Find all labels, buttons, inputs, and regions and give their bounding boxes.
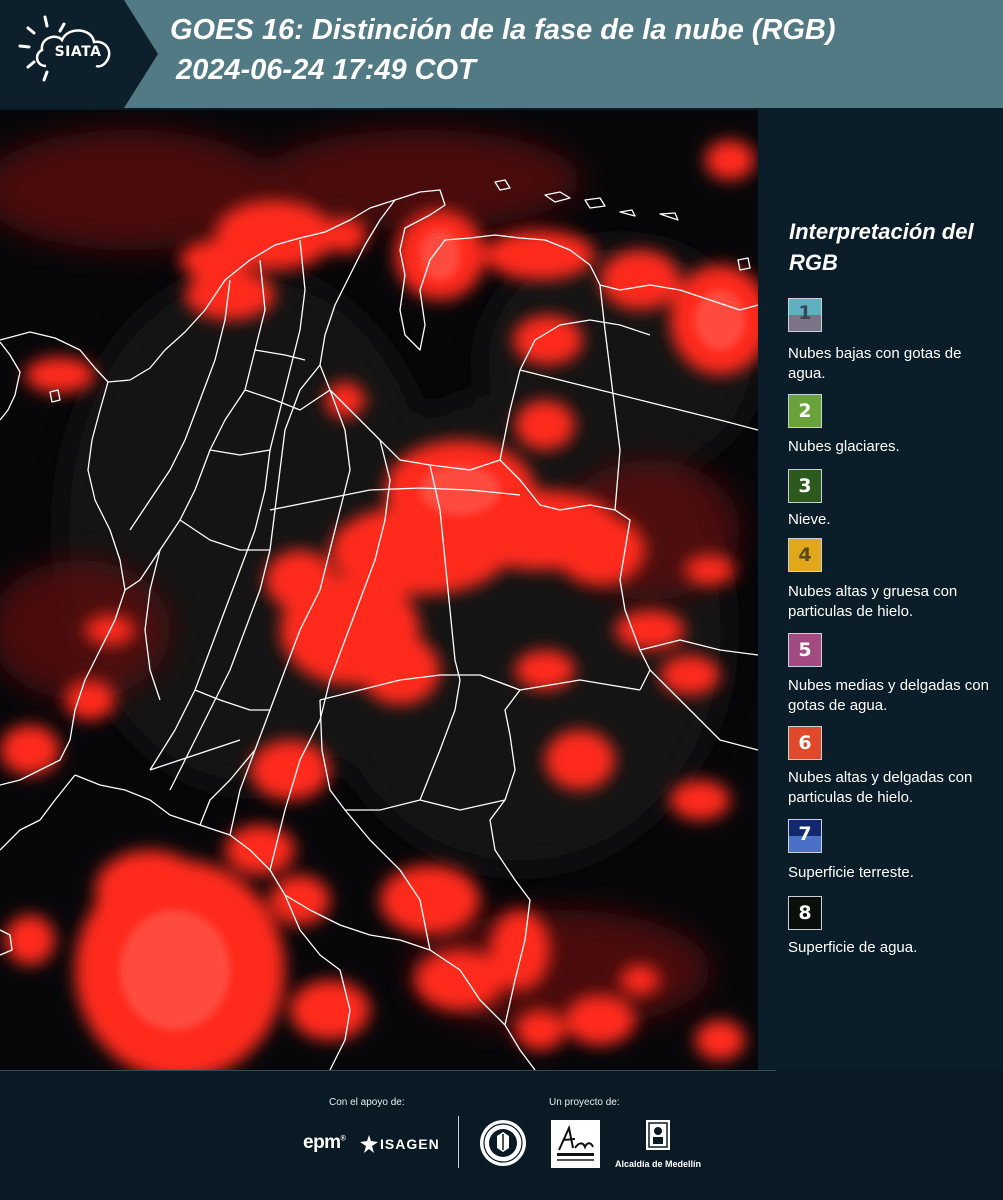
area-metropolitana-logo bbox=[551, 1120, 600, 1168]
isagen-logo-text: ISAGEN bbox=[380, 1136, 440, 1152]
legend-label-6: Nubes altas y delgadas con particulas de… bbox=[788, 769, 973, 806]
epm-registered-mark: ® bbox=[340, 1135, 346, 1143]
epm-logo: epm® bbox=[303, 1132, 346, 1154]
legend-label-2: Nubes glaciares. bbox=[788, 438, 900, 455]
legend-panel: Interpretación del RGB 1 Nubes bajas con… bbox=[758, 108, 1003, 1070]
page-title: GOES 16: Distinción de la fase de la nub… bbox=[170, 14, 836, 46]
legend-swatch-7: 7 bbox=[788, 819, 822, 853]
legend-swatch-8: 8 bbox=[788, 896, 822, 930]
satellite-image bbox=[0, 110, 758, 1070]
university-seal-icon bbox=[480, 1120, 526, 1166]
siata-logo-text: SIATA bbox=[54, 44, 102, 60]
legend-label-4: Nubes altas y gruesa con particulas de h… bbox=[788, 583, 958, 620]
area-metropolitana-icon bbox=[557, 1124, 594, 1161]
legend-label-8: Superficie de agua. bbox=[788, 939, 918, 956]
siata-logo: SIATA bbox=[0, 0, 158, 108]
isagen-star-icon bbox=[360, 1135, 378, 1153]
legend-swatch-3: 3 bbox=[788, 469, 822, 503]
support-label: Con el apoyo de: bbox=[329, 1097, 405, 1108]
header-bar: SIATA GOES 16: Distinción de la fase de … bbox=[0, 0, 1003, 108]
project-label: Un proyecto de: bbox=[549, 1097, 620, 1108]
footer-rule bbox=[0, 1070, 776, 1071]
alcaldia-logo: Alcaldía de Medellín bbox=[612, 1118, 704, 1169]
legend-label-5: Nubes medias y delgadas con gotas de agu… bbox=[788, 677, 989, 714]
alcaldia-shield-icon bbox=[646, 1120, 670, 1150]
legend-label-3: Nieve. bbox=[788, 511, 831, 528]
epm-logo-text: epm bbox=[303, 1132, 341, 1153]
satellite-map bbox=[0, 110, 758, 1070]
timestamp: 2024-06-24 17:49 COT bbox=[176, 54, 476, 86]
legend-swatch-5: 5 bbox=[788, 633, 822, 667]
legend-swatch-4: 4 bbox=[788, 538, 822, 572]
legend-swatch-1: 1 bbox=[788, 298, 822, 332]
alcaldia-logo-text: Alcaldía de Medellín bbox=[614, 1159, 702, 1169]
legend-label-7: Superficie terreste. bbox=[788, 864, 914, 881]
legend-swatch-6: 6 bbox=[788, 726, 822, 760]
legend-label-1: Nubes bajas con gotas de agua. bbox=[788, 345, 962, 382]
legend-title: Interpretación del RGB bbox=[789, 219, 974, 275]
footer: Con el apoyo de: Un proyecto de: epm® IS… bbox=[0, 1070, 1003, 1200]
legend-swatch-2: 2 bbox=[788, 394, 822, 428]
footer-divider bbox=[458, 1116, 459, 1168]
